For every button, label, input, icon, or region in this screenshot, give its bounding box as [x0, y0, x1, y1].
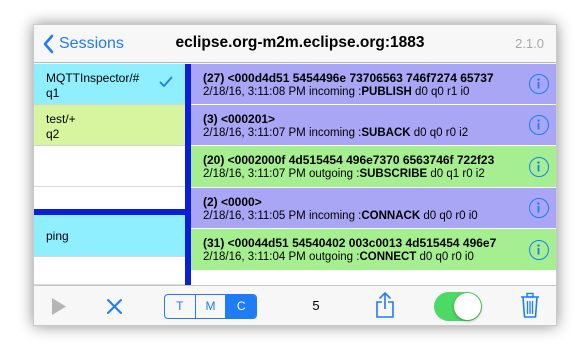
subscription-topic: MQTTInspector/# [46, 71, 140, 85]
subscription-row-mqttinspector[interactable]: MQTTInspector/# q1 [34, 64, 185, 105]
checkmark-icon [159, 76, 173, 87]
message-list: (27) <000d4d51 5454496e 73706563 746f727… [191, 64, 556, 285]
page-title: eclipse.org-m2m.eclipse.org:1883 [175, 34, 425, 51]
app-window: Sessions eclipse.org-m2m.eclipse.org:188… [33, 24, 557, 326]
version-label: 2.1.0 [515, 36, 544, 51]
message-meta: 2/18/16, 3:11:08 PM incoming :PUBLISH d0… [203, 86, 470, 98]
subscriptions-pane: MQTTInspector/# q1 test/+ q2 ping [34, 64, 185, 285]
message-meta: 2/18/16, 3:11:07 PM incoming :SUBACK d0 … [203, 127, 469, 139]
info-icon[interactable] [529, 74, 549, 94]
toggle-knob [454, 293, 481, 320]
segment-topics[interactable]: T [165, 295, 196, 318]
info-icon[interactable] [529, 240, 549, 260]
message-row[interactable]: (27) <000d4d51 5454496e 73706563 746f727… [191, 64, 556, 105]
segment-messages[interactable]: M [196, 295, 227, 318]
navigation-bar: Sessions eclipse.org-m2m.eclipse.org:188… [34, 25, 556, 63]
filter-segmented-control: T M C [164, 294, 257, 319]
subscription-qos: q1 [46, 86, 60, 100]
back-button-label: Sessions [59, 35, 124, 52]
empty-row [34, 146, 185, 187]
back-button[interactable]: Sessions [42, 32, 124, 56]
chevron-left-icon [43, 34, 54, 54]
info-icon[interactable] [529, 157, 549, 177]
autoscroll-toggle[interactable] [434, 292, 482, 321]
info-icon[interactable] [529, 115, 549, 135]
message-payload: (20) <0002000f 4d515454 496e7370 6563746… [203, 153, 495, 167]
message-meta: 2/18/16, 3:11:05 PM incoming :CONNACK d0… [203, 210, 478, 222]
empty-row [34, 257, 185, 285]
message-count: 5 [312, 298, 320, 313]
message-payload: (27) <000d4d51 5454496e 73706563 746f727… [203, 71, 494, 85]
message-row[interactable]: (2) <0000> 2/18/16, 3:11:05 PM incoming … [191, 188, 556, 229]
message-payload: (2) <0000> [203, 195, 262, 209]
message-meta: 2/18/16, 3:11:04 PM outgoing :CONNECT d0… [203, 251, 474, 263]
subscription-topic: test/+ [46, 112, 76, 126]
share-icon[interactable] [375, 291, 395, 319]
bottom-toolbar: T M C 5 [34, 285, 556, 325]
close-icon[interactable] [106, 298, 123, 315]
subscription-row-test[interactable]: test/+ q2 [34, 105, 185, 146]
message-meta: 2/18/16, 3:11:07 PM outgoing :SUBSCRIBE … [203, 168, 485, 180]
info-icon[interactable] [529, 198, 549, 218]
message-payload: (3) <000201> [203, 112, 276, 126]
command-label: ping [46, 229, 69, 243]
message-row[interactable]: (20) <0002000f 4d515454 496e7370 6563746… [191, 146, 556, 188]
subscription-qos: q2 [46, 127, 60, 141]
segment-commands[interactable]: C [226, 295, 256, 318]
command-row-ping[interactable]: ping [34, 215, 185, 257]
message-payload: (31) <00044d51 54540402 003c0013 4d51545… [203, 236, 497, 250]
play-icon[interactable] [52, 298, 66, 315]
message-row[interactable]: (31) <00044d51 54540402 003c0013 4d51545… [191, 229, 556, 271]
message-row[interactable]: (3) <000201> 2/18/16, 3:11:07 PM incomin… [191, 105, 556, 146]
trash-icon[interactable] [520, 292, 540, 319]
